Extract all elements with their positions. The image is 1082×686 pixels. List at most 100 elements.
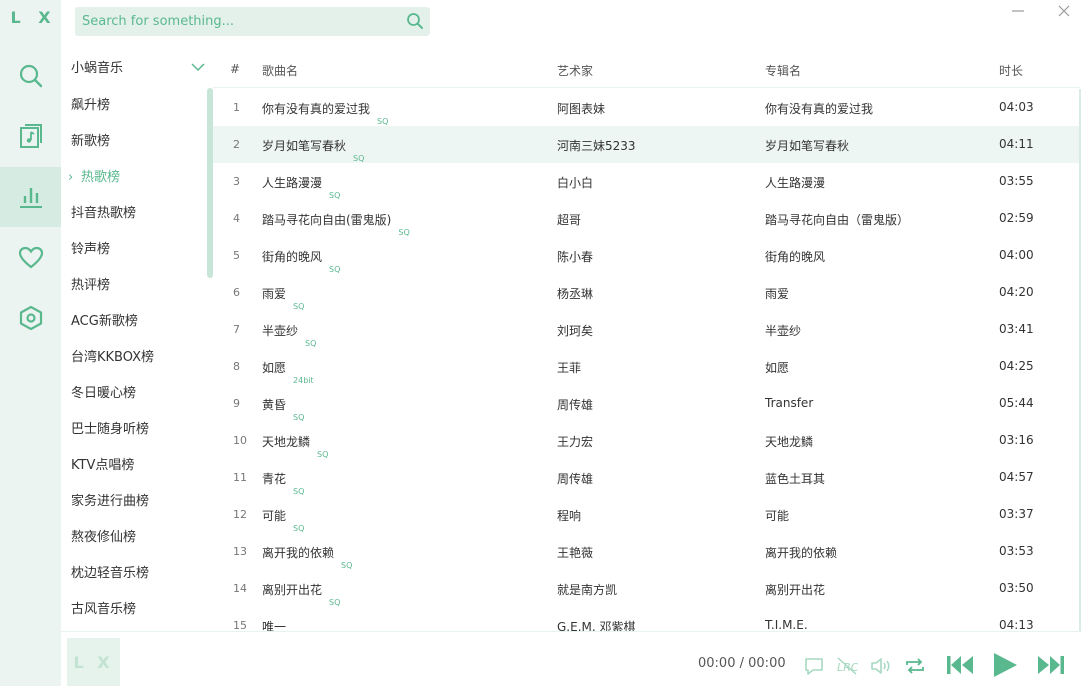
- song-duration: 03:16: [999, 433, 1034, 447]
- search-icon[interactable]: [406, 12, 424, 30]
- table-row[interactable]: 5 街角的晚风 SQ 陈小春 街角的晚风 04:00: [213, 237, 1080, 274]
- chart-icon: [19, 188, 42, 208]
- table-row[interactable]: 2 岁月如笔写春秋 SQ 河南三妹5233 岁月如笔写春秋 04:11: [213, 126, 1080, 163]
- comment-icon[interactable]: [803, 656, 825, 676]
- album-name: 离开我的依赖: [765, 546, 838, 560]
- minimize-icon[interactable]: [1009, 2, 1027, 20]
- leaderboard-item[interactable]: 抖音热歌榜: [61, 196, 213, 232]
- nav-leaderboard-button[interactable]: [0, 167, 61, 227]
- nav-settings-button[interactable]: [0, 288, 61, 348]
- row-number: 13: [233, 545, 247, 558]
- leaderboard-item[interactable]: 铃声榜: [61, 232, 213, 268]
- nav-search-button[interactable]: [0, 46, 61, 106]
- song-name: 天地龙鳞: [262, 435, 311, 449]
- album-name: 人生路漫漫: [765, 176, 826, 190]
- leaderboard-item[interactable]: 古风音乐榜: [61, 592, 213, 628]
- leaderboard-item[interactable]: 冬日暖心榜: [61, 376, 213, 412]
- quality-badge: 24bit: [293, 376, 314, 385]
- current-time: 00:00: [698, 656, 736, 671]
- quality-badge: SQ: [305, 339, 317, 348]
- table-row[interactable]: 4 踏马寻花向自由(雷鬼版) SQ 超哥 踏马寻花向自由（雷鬼版） 02:59: [213, 200, 1080, 237]
- song-duration: 03:55: [999, 174, 1034, 188]
- table-row[interactable]: 11 青花 SQ 周传雄 蓝色土耳其 04:57: [213, 459, 1080, 496]
- leaderboard-item-label: 巴士随身听榜: [71, 422, 150, 437]
- table-row[interactable]: 12 可能 SQ 程响 可能 03:37: [213, 496, 1080, 533]
- table-row[interactable]: 15 唯一SQ G.E.M. 邓紫棋 T.I.M.E. 04:13: [213, 607, 1080, 631]
- artist-name: G.E.M. 邓紫棋: [557, 620, 636, 631]
- album-name: 可能: [765, 509, 790, 523]
- active-marker-icon: ›: [68, 170, 74, 185]
- row-number: 15: [233, 619, 247, 631]
- leaderboard-item[interactable]: 飙升榜: [61, 88, 213, 124]
- quality-badge: SQ: [293, 487, 305, 496]
- leaderboard-item[interactable]: 热评榜: [61, 268, 213, 304]
- leaderboard-item[interactable]: 巴士随身听榜: [61, 412, 213, 448]
- quality-badge: SQ: [293, 413, 305, 422]
- previous-icon[interactable]: [945, 654, 975, 676]
- source-select[interactable]: 小蜗音乐: [61, 52, 213, 85]
- nav-songlist-button[interactable]: [0, 106, 61, 166]
- playback-time: 00:00 / 00:00: [698, 656, 786, 671]
- close-icon[interactable]: [1055, 2, 1073, 20]
- song-table-scrollbar[interactable]: [1079, 89, 1081, 631]
- song-name: 踏马寻花向自由(雷鬼版): [262, 213, 392, 227]
- song-name-cell: 街角的晚风 SQ: [262, 248, 340, 274]
- leaderboard-item-label: 飙升榜: [71, 98, 111, 113]
- leaderboard-item[interactable]: 家务进行曲榜: [61, 484, 213, 520]
- leaderboard-item[interactable]: 台湾KKBOX榜: [61, 340, 213, 376]
- row-number: 1: [233, 101, 240, 114]
- nav-favorites-button[interactable]: [0, 228, 61, 288]
- song-name-cell: 青花 SQ: [262, 470, 304, 496]
- header-artist: 艺术家: [557, 64, 594, 78]
- leaderboard-item-label: 抖音热歌榜: [71, 206, 137, 221]
- row-number: 14: [233, 582, 247, 595]
- search-input[interactable]: [75, 7, 395, 36]
- quality-badge: SQ: [329, 265, 341, 274]
- song-name-cell: 天地龙鳞 SQ: [262, 433, 328, 459]
- music-file-icon: [19, 124, 42, 148]
- leaderboard-item-label: 新歌榜: [71, 134, 111, 149]
- leaderboard-item[interactable]: 新歌榜: [61, 124, 213, 160]
- header-number: #: [230, 62, 241, 76]
- song-name-cell: 可能 SQ: [262, 507, 304, 533]
- repeat-icon[interactable]: [904, 655, 926, 677]
- leaderboard-item[interactable]: › 热歌榜: [61, 160, 213, 196]
- artist-name: 就是南方凯: [557, 583, 618, 597]
- volume-icon[interactable]: [869, 656, 893, 676]
- table-row[interactable]: 7 半壶纱 SQ 刘珂矣 半壶纱 03:41: [213, 311, 1080, 348]
- leaderboard-item[interactable]: ACG新歌榜: [61, 304, 213, 340]
- song-name: 岁月如笔写春秋: [262, 139, 347, 153]
- table-row[interactable]: 13 离开我的依赖 SQ 王艳薇 离开我的依赖 03:53: [213, 533, 1080, 570]
- header-song-name: 歌曲名: [262, 64, 299, 78]
- album-cover[interactable]: L X: [67, 638, 120, 686]
- song-name-cell: 如愿 24bit: [262, 359, 314, 385]
- player-bar: L X 00:00 / 00:00 LRC: [61, 631, 1082, 686]
- search-box: [75, 7, 430, 36]
- leaderboard-item[interactable]: 熬夜修仙榜: [61, 520, 213, 556]
- song-name: 街角的晚风: [262, 250, 323, 264]
- leaderboard-list: 飙升榜新歌榜 › 热歌榜抖音热歌榜铃声榜 热评榜 ACG新歌榜 台湾KKBOX榜 冬日暖心榜…: [61, 88, 213, 631]
- leaderboard-item[interactable]: 枕边轻音乐榜: [61, 556, 213, 592]
- table-row[interactable]: 8 如愿 24bit 王菲 如愿 04:25: [213, 348, 1080, 385]
- quality-badge: SQ: [293, 302, 305, 311]
- row-number: 12: [233, 508, 247, 521]
- hexagon-settings-icon: [19, 305, 42, 331]
- leaderboard-item-label: 家务进行曲榜: [71, 494, 150, 509]
- table-row[interactable]: 14 离别开出花 SQ 就是南方凯 离别开出花 03:50: [213, 570, 1080, 607]
- leaderboard-item[interactable]: KTV点唱榜: [61, 448, 213, 484]
- next-icon[interactable]: [1036, 654, 1066, 676]
- lyric-icon[interactable]: LRC: [836, 656, 858, 676]
- source-select-label: 小蜗音乐: [71, 61, 124, 76]
- table-row[interactable]: 9 黄昏 SQ 周传雄 Transfer 05:44: [213, 385, 1080, 422]
- song-duration: 04:00: [999, 248, 1034, 262]
- artist-name: 周传雄: [557, 472, 594, 486]
- heart-icon: [18, 246, 43, 269]
- album-name: 你有没有真的爱过我: [765, 102, 874, 116]
- song-duration: 02:59: [999, 211, 1034, 225]
- table-row[interactable]: 6 雨爱 SQ 杨丞琳 雨爱 04:20: [213, 274, 1080, 311]
- table-row[interactable]: 10 天地龙鳞 SQ 王力宏 天地龙鳞 03:16: [213, 422, 1080, 459]
- table-row[interactable]: 1 你有没有真的爱过我 SQ 阿图表妹 你有没有真的爱过我 04:03: [213, 89, 1080, 126]
- row-number: 11: [233, 471, 247, 484]
- play-icon[interactable]: [991, 651, 1019, 679]
- table-row[interactable]: 3 人生路漫漫 SQ 白小白 人生路漫漫 03:55: [213, 163, 1080, 200]
